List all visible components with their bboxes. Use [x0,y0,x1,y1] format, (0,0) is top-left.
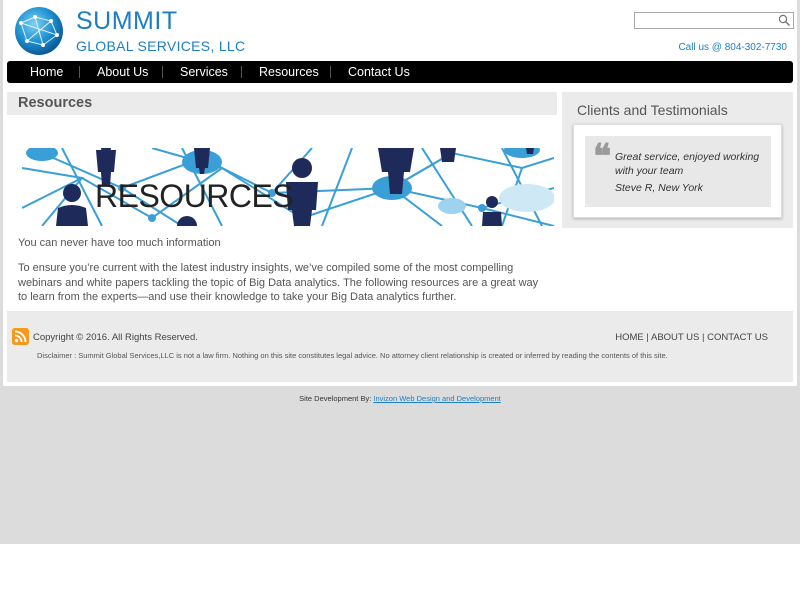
nav-item-home[interactable]: Home [30,61,63,83]
globe-logo-icon[interactable] [13,5,65,57]
testimonials-panel: Clients and Testimonials ❝ Great service… [562,92,793,228]
nav-separator [241,66,242,78]
quote-icon: ❝ [593,137,612,177]
banner-title: RESOURCES [95,178,294,214]
footer-link-contact-us[interactable]: CONTACT US [707,332,768,343]
nav-separator [162,66,163,78]
nav-item-about-us[interactable]: About Us [97,61,148,83]
lead-text: You can never have too much information [18,237,221,249]
page-title: Resources [18,95,93,111]
testimonial-body: ❝ Great service, enjoyed working with yo… [585,136,771,207]
nav-item-services[interactable]: Services [180,61,228,83]
copyright-text: Copyright © 2016. All Rights Reserved. [33,332,198,343]
nav-separator [330,66,331,78]
nav-item-contact-us[interactable]: Contact Us [348,61,410,83]
page-title-bar: Resources [7,92,557,115]
site-credit: Site Development By: Invizon Web Design … [0,394,800,403]
testimonial-author: Steve R, New York [615,182,703,194]
footer-link-home[interactable]: HOME [615,332,644,343]
testimonial-card: ❝ Great service, enjoyed working with yo… [573,124,782,218]
footer: Copyright © 2016. All Rights Reserved. H… [7,311,793,382]
site-credit-link[interactable]: Invizon Web Design and Development [373,394,500,403]
main-nav: Home About Us Services Resources Contact… [7,61,793,83]
rss-feed-icon[interactable] [12,328,29,345]
resources-banner-image: RESOURCES [22,148,554,226]
disclaimer-text: Disclaimer : Summit Global Services,LLC … [37,351,668,360]
search-box[interactable] [634,12,794,29]
logo-subtitle[interactable]: GLOBAL SERVICES, LLC [76,38,245,54]
site-credit-label: Site Development By: [299,394,372,403]
testimonials-title: Clients and Testimonials [577,102,728,118]
footer-link-about-us[interactable]: ABOUT US [651,332,699,343]
nav-item-resources[interactable]: Resources [259,61,319,83]
logo-title[interactable]: SUMMIT [76,7,178,36]
search-icon[interactable] [778,14,791,27]
footer-links: HOME | ABOUT US | CONTACT US [615,332,768,343]
search-input[interactable] [637,14,777,27]
page: SUMMIT GLOBAL SERVICES, LLC Call us @ 80… [0,0,800,600]
call-us-phone[interactable]: Call us @ 804-302-7730 [678,42,787,53]
body-paragraph: To ensure you’re current with the latest… [18,262,539,303]
nav-separator [79,66,80,78]
testimonial-quote: Great service, enjoyed working with your… [615,151,760,177]
